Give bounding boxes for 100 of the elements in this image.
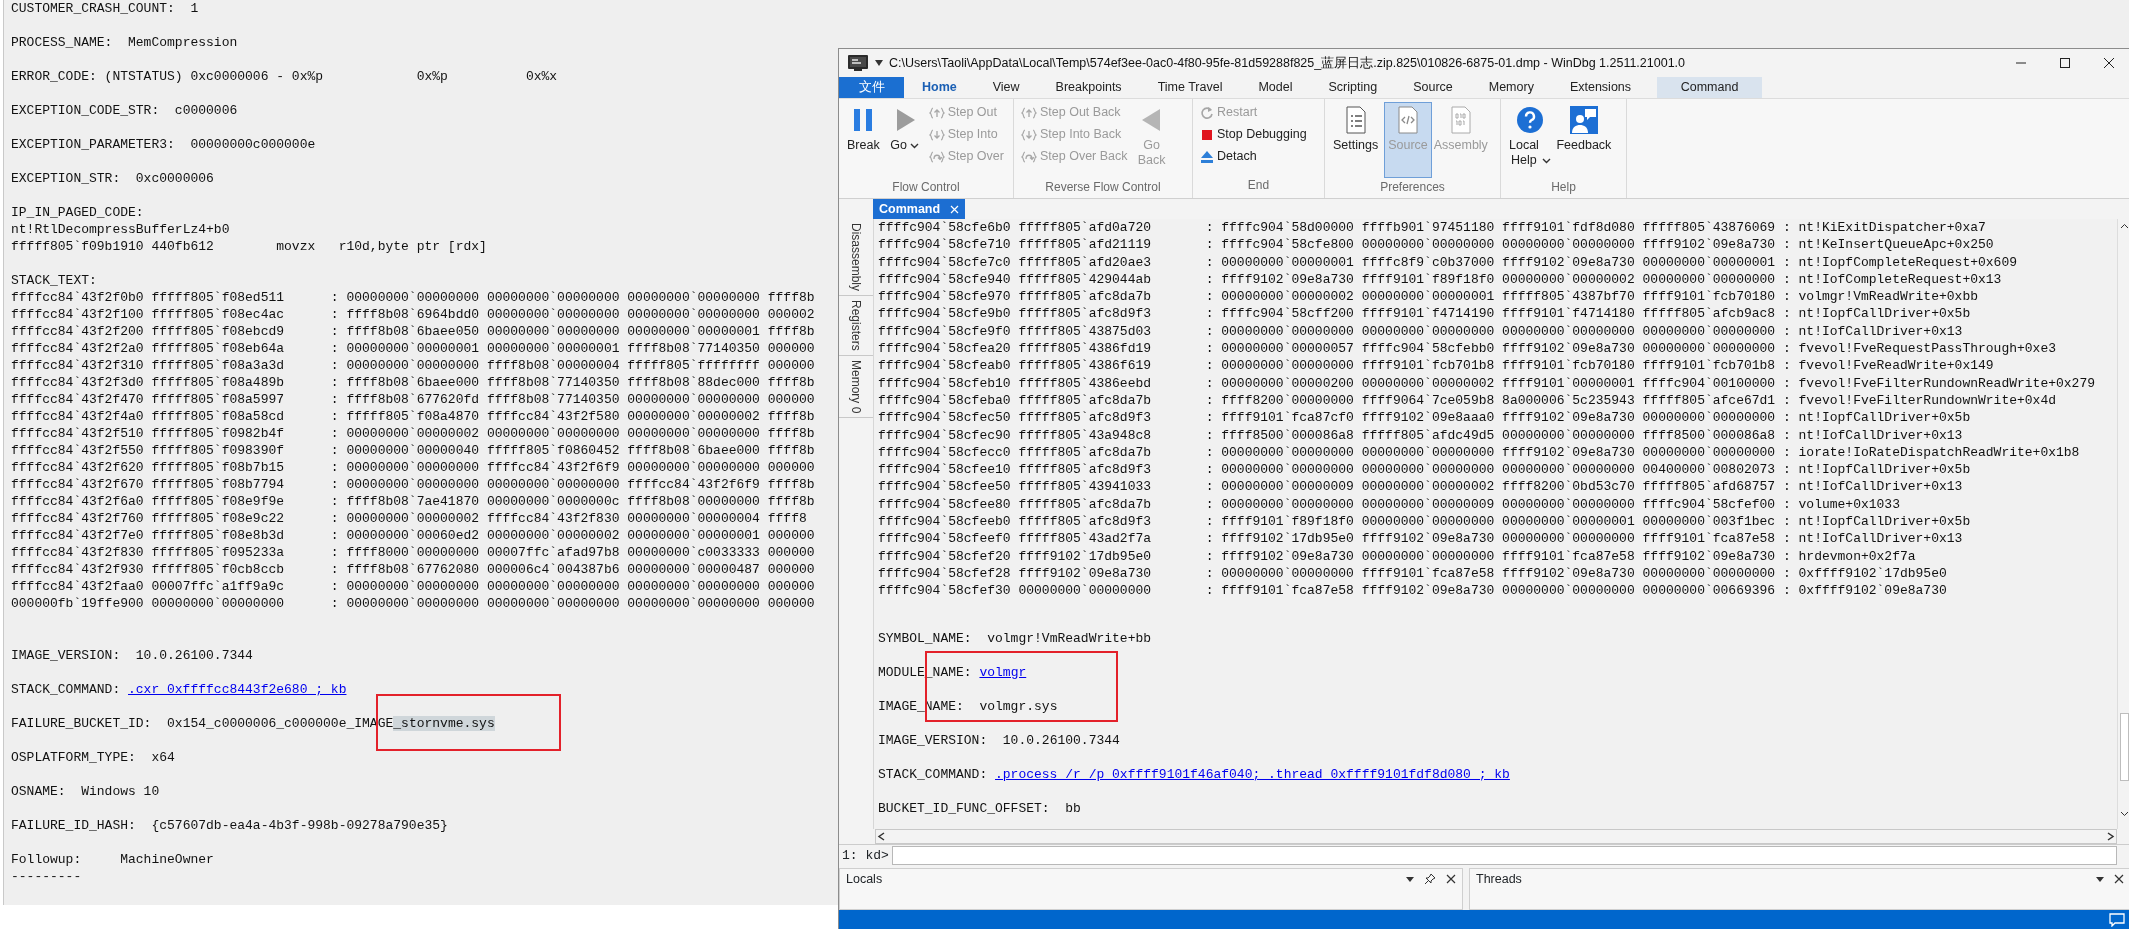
- close-icon[interactable]: [2114, 874, 2124, 884]
- help-icon: [1514, 105, 1545, 135]
- ribbon-button[interactable]: Detach: [1197, 146, 1310, 167]
- ribbon-tab[interactable]: View: [974, 77, 1038, 98]
- ribbon-group-label: Preferences: [1379, 179, 1446, 196]
- ribbon-tab[interactable]: Model: [1240, 77, 1311, 98]
- ribbon-button[interactable]: Stop Debugging: [1197, 124, 1310, 145]
- ribbon-button[interactable]: Settings: [1329, 102, 1383, 178]
- output-line: OSPLATFORM_TYPE: x64: [11, 749, 176, 766]
- brace-arrow-icon: [928, 149, 945, 164]
- output-line: OSNAME: Windows 10: [11, 783, 161, 800]
- stack-frame-line: ffffcc84`43f2f760 fffff805`f08e9c22 : 00000000`00000002 ffffcc84`43f2f830 00000000`00000004 ffff8: [11, 510, 808, 527]
- output-line: ERROR_CODE: (NTSTATUS) 0xc0000006 - 0x%p 0x%p 0x%x: [11, 68, 559, 85]
- stack-frame-line: ffffc904`58cfeef0 fffff805`43ad2f7a : ffff9102`17db95e0 ffff9102`09e8a730 00000000`00000000 ffff9101`fca87e58 : nt!IofCallDriver+0x13: [878, 530, 1964, 548]
- field-label: STACK_COMMAND:: [11, 682, 121, 697]
- side-tab[interactable]: Registers: [839, 296, 873, 356]
- command-input[interactable]: [891, 846, 2117, 865]
- panel-title: Locals: [846, 870, 884, 888]
- caret-icon[interactable]: [2096, 876, 2104, 882]
- stack-frame-line: ffffc904`58cfeab0 fffff805`4386f619 : 00000000`00000000 ffff9101`fcb701b8 ffff9101`fcb70180 ffff9101`fcb701b8 : fvevol!FveReadWrite+0x149: [878, 357, 1995, 375]
- output-line: nt!RtlDecompressBufferLz4+b0: [11, 221, 231, 238]
- stack-frame-line: ffffc904`58cfe9f0 fffff805`43875d03 : 00000000`00000000 00000000`00000000 00000000`00000000 00000000`00000000 : nt!IofCallDriver+0x13: [878, 322, 1964, 341]
- command-link[interactable]: volmgr: [979, 664, 1027, 680]
- ribbon-group-label: Flow Control: [891, 179, 961, 196]
- document-tab[interactable]: Command: [873, 199, 966, 219]
- stack-frame-line: ffffcc84`43f2f670 fffff805`f08b7794 : 00000000`00000000 00000000`00000000 ffffcc84`43f2f6f9 ffff8b: [11, 476, 816, 493]
- stack-frame-line: ffffcc84`43f2f2a0 fffff805`f08eb64a : 00000000`00000001 00000000`00000001 ffff8b08`77140350 000000: [11, 340, 816, 357]
- ribbon-tab[interactable]: Scripting: [1310, 77, 1396, 98]
- stack-frame-line: ffffcc84`43f2f7e0 fffff805`f08e8b3d : 00000000`00060ed2 00000000`00000002 00000000`00000001 000000: [11, 527, 816, 544]
- stack-frame-line: ffffc904`58cfeeb0 fffff805`afc8d9f3 : ffff9101`f89f18f0 00000000`00000000 00000000`00000001 00000000`003f1bec : nt!IopfCallDriver+0x5b: [878, 513, 1972, 531]
- ribbon-button[interactable]: Go: [885, 102, 924, 178]
- ribbon-group-label: Help: [1550, 179, 1577, 196]
- selected-text: _stornvme.sys: [393, 716, 495, 731]
- stack-frame-line: ffffcc84`43f2f100 fffff805`f08ec4ac : ffff8b08`6964bdd0 00000000`00000000 00000000`00000000 000002: [11, 306, 816, 323]
- output-line: STACK_TEXT:: [11, 272, 98, 289]
- scrollbar-thumb[interactable]: [2120, 713, 2129, 781]
- close-icon[interactable]: [2103, 57, 2115, 69]
- ribbon-tab[interactable]: Time Travel: [1139, 77, 1241, 98]
- brace-arrow-icon: [928, 127, 945, 142]
- ribbon-button[interactable]: Break: [843, 102, 884, 178]
- caret-icon[interactable]: [1406, 876, 1414, 882]
- side-tab[interactable]: Memory 0: [839, 355, 873, 419]
- stack-frame-line: ffffcc84`43f2f0b0 fffff805`f08ed511 : 00000000`00000000 00000000`00000000 00000000`00000000 ffff8b: [11, 289, 816, 306]
- terminal-icon: [847, 54, 869, 72]
- stack-frame-line: ffffc904`58cfe970 fffff805`afc8da7b : 00000000`00000002 00000000`00000001 fffff805`4387bf70 ffff9101`fcb70180 : volmgr!VmReadWrite+0xbb: [878, 288, 1979, 306]
- stack-frame-line: ffffcc84`43f2f470 fffff805`f08a5997 : ffff8b08`677620fd ffff8b08`77140350 00000000`00000000 000000: [11, 391, 816, 408]
- stack-frame-line: ffffcc84`43f2f510 fffff805`f0982b4f : 00000000`00000002 00000000`00000000 00000000`00000000 ffff8b: [11, 425, 816, 442]
- person-chat-icon: [1568, 105, 1599, 135]
- output-line: IP_IN_PAGED_CODE:: [11, 204, 145, 221]
- output-line: EXCEPTION_STR: 0xc0000006: [11, 170, 215, 187]
- ribbon-tab[interactable]: Memory: [1470, 77, 1552, 98]
- stack-frame-line: ffffcc84`43f2f930 fffff805`f0cb8ccb : ffff8b08`67762080 000006c4`004387b6 00000000`00000487 000000: [11, 561, 816, 578]
- stack-frame-line: 000000fb`19ffe900 00000000`00000000 : 00000000`00000000 00000000`00000000 00000000`00000000 000000: [11, 595, 816, 612]
- pin-icon[interactable]: [1424, 873, 1436, 885]
- ribbon-tab[interactable]: Extensions: [1551, 77, 1650, 98]
- brace-arrow-icon: [1021, 127, 1037, 142]
- ribbon-tab[interactable]: Command: [1657, 77, 1763, 98]
- stack-frame-line: ffffc904`58cfef20 ffff9102`17db95e0 : ffff9102`09e8a730 00000000`00000000 ffff9101`fca87e58 ffff9102`09e8a730 : hrdevmon+0x2f7a: [878, 547, 1917, 565]
- stack-frame-line: ffffc904`58cfee80 fffff805`afc8da7b : 00000000`00000000 00000000`00000009 00000000`00000000 ffffc904`58cfef00 : volume+0x1033: [878, 495, 1901, 514]
- field-label: STACK_COMMAND:: [878, 766, 988, 782]
- restart-icon: [1200, 105, 1214, 120]
- output-line: CUSTOMER_CRASH_COUNT: 1: [11, 0, 200, 17]
- output-line: IMAGE_VERSION: 10.0.26100.7344: [11, 647, 254, 664]
- ribbon-tab[interactable]: 文件: [839, 77, 904, 98]
- brace-arrow-icon: [1021, 105, 1037, 120]
- stack-frame-line: ffffc904`58cfec50 fffff805`afc8d9f3 : ffff9101`fca87cf0 ffff9102`09e8aaa0 ffff9102`09e8a730 00000000`00000000 : nt!IopfCallDriver+0x5b: [878, 409, 1972, 427]
- output-line: fffff805`f09b1910 440fb612 movzx r10d,byte ptr [rdx]: [11, 238, 488, 255]
- stack-frame-line: ffffcc84`43f2f200 fffff805`f08ebcd9 : ffff8b08`6baee050 00000000`00000000 00000000`00000001 ffff8b: [11, 323, 816, 340]
- command-link[interactable]: .process /r /p 0xffff9101f46af040; .thread 0xffff9101fdf8d080 ; kb: [995, 766, 1510, 782]
- output-line: PROCESS_NAME: MemCompression: [11, 34, 239, 51]
- stack-frame-line: ffffc904`58cfe6b0 fffff805`afd0a720 : ffffc904`58d00000 ffffb901`97451180 ffff9101`fdf8d080 fffff805`43876069 : nt!KiExitDispatcher+0xa7: [878, 219, 1987, 237]
- window-title: C:\Users\Taoli\AppData\Local\Temp\574ef3ee-0ac0-4f80-95fe-81d59288f825_蓝屏日志.zip.825\010826-6875-01.dmp - WinDbg 1.2511.21001.0: [889, 54, 1686, 72]
- caret-icon[interactable]: [875, 60, 883, 66]
- side-tab[interactable]: Disassembly: [839, 219, 873, 296]
- caret-icon: [1541, 158, 1551, 164]
- caret-icon: [910, 143, 919, 149]
- stack-frame-line: ffffc904`58cfef30 00000000`00000000 : ffff9101`fca87e58 ffff9102`09e8a730 00000000`00000000 00000000`00669396 : 0xffff9102`09e8a730: [878, 582, 1948, 600]
- stack-frame-line: ffffcc84`43f2f830 fffff805`f095233a : ffff8000`00000000 00007ffc`afad97b8 00000000`c0033333 000000: [11, 544, 816, 561]
- chat-icon[interactable]: [2109, 912, 2125, 927]
- output-line: IMAGE_VERSION: 10.0.26100.7344: [878, 731, 1121, 749]
- command-link[interactable]: .cxr 0xffffcc8443f2e680 ; kb: [128, 682, 347, 697]
- ribbon-group-label: Reverse Flow Control: [1044, 179, 1162, 196]
- output-line: ---------: [11, 868, 83, 885]
- ribbon-tab[interactable]: Source: [1395, 77, 1471, 98]
- ribbon-tab[interactable]: Home: [904, 77, 975, 98]
- stack-frame-line: ffffcc84`43f2f620 fffff805`f08b7b15 : 00000000`00000000 ffffcc84`43f2f6f9 00000000`00000000 000000: [11, 459, 816, 476]
- stop-icon: [1200, 127, 1214, 142]
- stack-frame-line: ffffc904`58cfef28 ffff9102`09e8a730 : 00000000`00000000 ffff9101`fca87e58 ffff9102`09e8a730 00000000`00000000 : 0xffff9102`17db95e0: [878, 564, 1948, 583]
- horizontal-scrollbar[interactable]: [875, 829, 2117, 844]
- scroll-down-icon[interactable]: [2120, 811, 2129, 817]
- maximize-icon[interactable]: [2059, 57, 2071, 69]
- output-line: BUCKET_ID_FUNC_OFFSET: bb: [878, 799, 1082, 817]
- output-line: EXCEPTION_PARAMETER3: 00000000c000000e: [11, 136, 317, 153]
- scroll-up-icon[interactable]: [2120, 223, 2129, 229]
- ribbon-tab[interactable]: Breakpoints: [1037, 77, 1140, 98]
- ribbon-button[interactable]: Feedback: [1556, 102, 1611, 178]
- panel-title: Threads: [1476, 870, 1523, 888]
- close-icon[interactable]: [1446, 874, 1456, 884]
- output-line: EXCEPTION_CODE_STR: c0000006: [11, 102, 239, 119]
- ribbon-button[interactable]: Local Help: [1505, 102, 1555, 178]
